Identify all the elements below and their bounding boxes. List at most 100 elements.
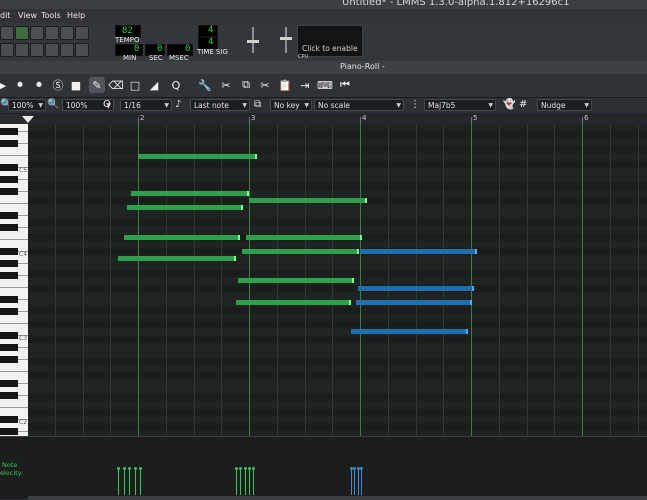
velocity-bar[interactable] xyxy=(361,469,363,495)
velocity-handle[interactable] xyxy=(252,467,256,470)
note-length-select[interactable]: Last note ▼ xyxy=(190,99,250,111)
menu-edit[interactable]: dit xyxy=(0,11,10,20)
quantize-icon[interactable]: Q xyxy=(168,77,184,93)
velocity-bar[interactable] xyxy=(235,469,237,495)
playhead-marker-icon[interactable] xyxy=(22,116,34,123)
black-key[interactable] xyxy=(0,188,18,195)
paste-icon[interactable]: 📋 xyxy=(277,77,293,93)
save-project-button[interactable] xyxy=(30,26,44,40)
black-key[interactable] xyxy=(0,308,18,315)
note-blue[interactable] xyxy=(355,300,473,306)
black-key[interactable] xyxy=(0,128,18,135)
black-key[interactable] xyxy=(0,392,18,399)
note-green[interactable] xyxy=(126,205,244,211)
note-blue[interactable] xyxy=(360,249,477,255)
velocity-bar[interactable] xyxy=(240,469,242,495)
velocity-handle[interactable] xyxy=(360,467,364,470)
velocity-editor[interactable] xyxy=(28,436,647,499)
erase-mode-icon[interactable]: ⌫ xyxy=(108,77,124,93)
key-select[interactable]: No key ▼ xyxy=(270,99,312,111)
controller-rack-button[interactable] xyxy=(75,43,89,57)
black-key[interactable] xyxy=(0,428,18,435)
play-icon[interactable]: ▶ xyxy=(0,77,10,93)
note-green[interactable] xyxy=(235,300,352,306)
menu-view[interactable]: View xyxy=(18,11,37,20)
note-green[interactable] xyxy=(118,256,236,262)
velocity-handle[interactable] xyxy=(133,467,137,470)
black-key[interactable] xyxy=(0,380,18,387)
mixer-button[interactable] xyxy=(60,43,74,57)
record-step-icon[interactable]: Ⓢ xyxy=(50,77,66,93)
metronome-button[interactable] xyxy=(75,26,89,40)
velocity-handle[interactable] xyxy=(248,467,251,470)
black-key[interactable] xyxy=(0,356,18,363)
black-key[interactable] xyxy=(0,272,18,279)
menu-tools[interactable]: Tools xyxy=(41,11,61,20)
black-key[interactable] xyxy=(0,260,18,267)
black-key[interactable] xyxy=(0,248,18,255)
open-project-button[interactable] xyxy=(15,26,29,40)
velocity-bar[interactable] xyxy=(118,469,120,495)
velocity-handle[interactable] xyxy=(139,467,143,470)
pitch-bend-icon[interactable]: ◢ xyxy=(146,77,162,93)
note-green[interactable] xyxy=(249,198,367,203)
export-button[interactable] xyxy=(45,26,59,40)
snap-select[interactable]: Nudge ▼ xyxy=(537,99,592,111)
black-key[interactable] xyxy=(0,296,18,303)
velocity-bar[interactable] xyxy=(253,469,255,495)
piano-keyboard[interactable]: C5 C4 C3 C2 xyxy=(0,124,28,436)
ghost-icon[interactable]: 👻 xyxy=(503,99,515,110)
cut-notes-icon[interactable]: ✂ xyxy=(218,77,234,93)
note-green[interactable] xyxy=(237,278,355,284)
black-key[interactable] xyxy=(0,224,18,231)
note-green[interactable] xyxy=(245,234,363,240)
horizontal-scrollbar[interactable] xyxy=(28,496,647,500)
record-icon[interactable]: ⏺ xyxy=(12,77,28,93)
velocity-bar[interactable] xyxy=(129,469,131,495)
menu-help[interactable]: Help xyxy=(67,11,85,20)
black-key[interactable] xyxy=(0,164,18,171)
recent-button[interactable] xyxy=(60,26,74,40)
record-accompany-icon[interactable]: ⏺ xyxy=(31,77,47,93)
note-blue[interactable] xyxy=(357,285,475,291)
select-mode-icon[interactable]: □ xyxy=(127,77,143,93)
quantize-select[interactable]: 1/16 ▼ xyxy=(120,99,172,111)
note-grid[interactable] xyxy=(28,124,647,436)
black-key[interactable] xyxy=(0,344,18,351)
velocity-bar[interactable] xyxy=(249,469,250,495)
master-pitch-handle[interactable] xyxy=(280,37,292,40)
velocity-handle[interactable] xyxy=(117,467,121,470)
velocity-handle[interactable] xyxy=(122,467,126,470)
velocity-bar[interactable] xyxy=(357,469,359,495)
velocity-handle[interactable] xyxy=(239,467,243,470)
black-key[interactable] xyxy=(0,416,18,423)
note-green[interactable] xyxy=(131,190,249,196)
velocity-bar[interactable] xyxy=(140,469,142,495)
piano-roll-button[interactable] xyxy=(30,43,44,57)
master-volume-handle[interactable] xyxy=(247,40,259,43)
note-green[interactable] xyxy=(123,234,241,240)
note-blue[interactable] xyxy=(351,329,468,335)
black-key[interactable] xyxy=(0,332,18,339)
cpu-graph[interactable]: Click to enable xyxy=(297,25,363,57)
note-green[interactable] xyxy=(242,249,359,255)
velocity-bar[interactable] xyxy=(244,469,246,495)
song-editor-button[interactable] xyxy=(0,43,14,57)
keyboard-record-icon[interactable]: ⌨ xyxy=(317,77,333,93)
tools-wrench-icon[interactable]: 🔧 xyxy=(197,77,213,93)
velocity-bar[interactable] xyxy=(123,469,125,495)
draw-mode-icon[interactable]: ✎ xyxy=(89,77,105,93)
automation-editor-button[interactable] xyxy=(45,43,59,57)
velocity-handle[interactable] xyxy=(353,467,357,470)
black-key[interactable] xyxy=(0,212,18,219)
cut-icon[interactable]: ✂ xyxy=(257,77,273,93)
new-project-button[interactable] xyxy=(0,26,14,40)
zoom-x-select[interactable]: 100% ▼ xyxy=(8,99,46,111)
black-key[interactable] xyxy=(0,176,18,183)
velocity-bar[interactable] xyxy=(134,469,136,495)
master-pitch-slider[interactable] xyxy=(285,27,287,53)
beat-editor-button[interactable] xyxy=(15,43,29,57)
loop-icon[interactable]: ⏮ xyxy=(337,77,353,93)
stop-icon[interactable]: ■ xyxy=(68,77,84,93)
black-key[interactable] xyxy=(0,140,18,147)
